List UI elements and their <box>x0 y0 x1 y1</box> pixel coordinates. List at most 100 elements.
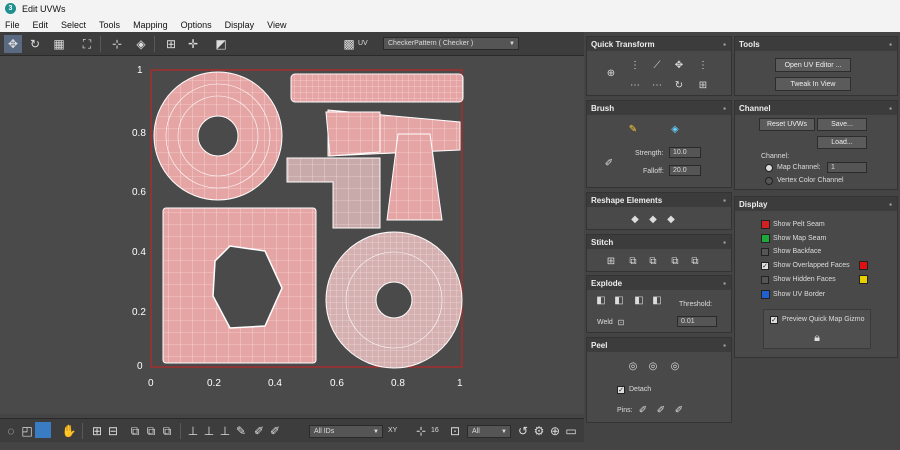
fit-icon[interactable]: ⊞ <box>695 77 711 93</box>
shrink-icon[interactable]: ⊟ <box>104 422 122 440</box>
rollout-header[interactable]: Quick Transform ▪ <box>587 37 731 51</box>
weld-icon[interactable]: ⊡ <box>615 316 627 328</box>
uv-shell-ring[interactable] <box>153 71 283 201</box>
pin-icon[interactable]: ▪ <box>723 104 726 113</box>
menu-display[interactable]: Display <box>225 20 255 30</box>
edge-icon[interactable]: ⧉ <box>158 422 176 440</box>
vertex-color-radio[interactable] <box>765 177 773 185</box>
snap-icon[interactable]: ◈ <box>132 35 150 53</box>
face-mode-icon[interactable] <box>35 422 51 438</box>
align-diag-icon[interactable]: ⟋ <box>649 57 665 73</box>
menu-options[interactable]: Options <box>181 20 212 30</box>
pelt-map-icon[interactable]: ◎ <box>645 358 661 374</box>
map-channel-radio[interactable] <box>765 164 773 172</box>
load-button[interactable]: Load... <box>817 136 867 149</box>
pin-icon[interactable]: ▪ <box>723 196 726 205</box>
freeform-icon[interactable]: ⛶ <box>78 35 96 53</box>
pin-icon[interactable]: ▪ <box>723 341 726 350</box>
uv-shell-square[interactable] <box>162 207 317 364</box>
relax-icon[interactable]: ◆ <box>645 211 661 227</box>
strength-spinner[interactable]: 10.0 <box>669 147 701 158</box>
flatten-icon[interactable]: ◆ <box>663 211 679 227</box>
pin-icon[interactable]: ▪ <box>889 40 892 49</box>
explode-icon[interactable]: ◧ <box>649 292 665 308</box>
pin-icon[interactable]: ▪ <box>889 104 892 113</box>
straighten-icon[interactable]: ◆ <box>627 211 643 227</box>
map-channel-spinner[interactable]: 1 <box>827 162 867 173</box>
uv-shell-slanted[interactable] <box>325 109 461 157</box>
paint-brush-icon[interactable]: ✎ <box>625 121 641 137</box>
pin-tool-icon[interactable]: ✐ <box>671 402 687 418</box>
menu-view[interactable]: View <box>267 20 286 30</box>
pin-icon[interactable]: ▪ <box>723 279 726 288</box>
tweak-in-view-button[interactable]: Tweak In View <box>775 77 851 91</box>
show-overlapped-checkbox[interactable]: ✓ <box>761 262 769 270</box>
lock-icon[interactable]: 🔒︎ <box>809 330 825 346</box>
uv-shell-bar[interactable] <box>290 73 464 103</box>
flatten-by-icon[interactable]: ◧ <box>631 292 647 308</box>
threshold-spinner[interactable]: 0.01 <box>677 316 717 327</box>
menu-mapping[interactable]: Mapping <box>133 20 168 30</box>
stitch-source-icon[interactable]: ⧉ <box>625 253 641 269</box>
relax-peel-icon[interactable]: ◎ <box>667 358 683 374</box>
stitch-avg-icon[interactable]: ⧉ <box>667 253 683 269</box>
rollout-header[interactable]: Display ▪ <box>735 197 897 211</box>
rollout-header[interactable]: Stitch ▪ <box>587 235 731 249</box>
frame-icon[interactable]: ▭ <box>562 422 580 440</box>
uv-canvas[interactable] <box>0 56 584 414</box>
falloff-spinner[interactable]: 20.0 <box>669 165 701 176</box>
reset-uvws-button[interactable]: Reset UVWs <box>759 118 815 131</box>
uv-shell-disk[interactable] <box>325 231 463 369</box>
rollout-header[interactable]: Reshape Elements ▪ <box>587 193 731 207</box>
grid-value[interactable]: 16 <box>431 427 439 434</box>
pin-icon[interactable]: ▪ <box>723 40 726 49</box>
open-uv-editor-button[interactable]: Open UV Editor ... <box>775 58 851 72</box>
break-icon[interactable]: ◧ <box>593 292 609 308</box>
map-seam-swatch[interactable] <box>761 234 770 243</box>
mirror-icon[interactable]: ⊹ <box>108 35 126 53</box>
save-button[interactable]: Save... <box>817 118 867 131</box>
grid-snap-icon[interactable]: ⊹ <box>412 422 430 440</box>
pin-icon[interactable]: ▪ <box>723 238 726 247</box>
show-hidden-checkbox[interactable] <box>761 276 769 284</box>
move-icon[interactable]: ✥ <box>4 35 22 53</box>
brush-alt-icon[interactable]: ✐ <box>266 422 284 440</box>
rollout-header[interactable]: Tools ▪ <box>735 37 897 51</box>
scale-icon[interactable]: ▦ <box>50 35 68 53</box>
detach-icon[interactable]: ◧ <box>611 292 627 308</box>
align-icon[interactable]: ⊞ <box>162 35 180 53</box>
all-dropdown[interactable]: All ▼ <box>467 425 511 438</box>
stitch-icon[interactable]: ⊞ <box>603 253 619 269</box>
rollout-header[interactable]: Brush ▪ <box>587 101 731 115</box>
texture-dropdown[interactable]: CheckerPattern ( Checker ) ▼ <box>383 37 519 50</box>
pin-tool-icon[interactable]: ✐ <box>635 402 651 418</box>
menu-edit[interactable]: Edit <box>33 20 49 30</box>
checker-icon[interactable]: ▩ <box>340 35 358 53</box>
uv-viewport[interactable]: 1 0.8 0.6 0.4 0.2 0 0 0.2 0.4 0.6 0.8 1 <box>0 56 584 414</box>
brush-tool-icon[interactable]: ✐ <box>601 155 617 171</box>
align-horiz-icon[interactable]: ✥ <box>671 57 687 73</box>
pivot-icon[interactable]: ✛ <box>184 35 202 53</box>
rotate-icon[interactable]: ↻ <box>26 35 44 53</box>
map-preview-icon[interactable]: ◩ <box>212 35 230 53</box>
paint-icon[interactable]: ✎ <box>232 422 250 440</box>
pin-tool-icon[interactable]: ✐ <box>653 402 669 418</box>
quick-peel-icon[interactable]: ◎ <box>625 358 641 374</box>
align-vert-icon[interactable]: ⋯ <box>649 77 665 93</box>
rollout-header[interactable]: Channel ▪ <box>735 101 897 115</box>
zoom-icon[interactable]: ⊡ <box>446 422 464 440</box>
overlapped-color-swatch[interactable] <box>859 261 868 270</box>
show-backface-checkbox[interactable] <box>761 248 769 256</box>
stitch-target-icon[interactable]: ⧉ <box>645 253 661 269</box>
select-mode-icon[interactable]: ◰ <box>18 422 36 440</box>
rollout-header[interactable]: Peel ▪ <box>587 338 731 352</box>
pivot-icon[interactable]: ⊕ <box>603 65 619 81</box>
hidden-color-swatch[interactable] <box>859 275 868 284</box>
ids-dropdown[interactable]: All IDs ▼ <box>309 425 383 438</box>
menu-tools[interactable]: Tools <box>99 20 120 30</box>
pin-icon[interactable]: ▪ <box>889 200 892 209</box>
align-top-icon[interactable]: ⋯ <box>627 77 643 93</box>
rotate-90-icon[interactable]: ↻ <box>671 77 687 93</box>
relax-brush-icon[interactable]: ◈ <box>667 121 683 137</box>
space-icon[interactable]: ⋮ <box>695 57 711 73</box>
